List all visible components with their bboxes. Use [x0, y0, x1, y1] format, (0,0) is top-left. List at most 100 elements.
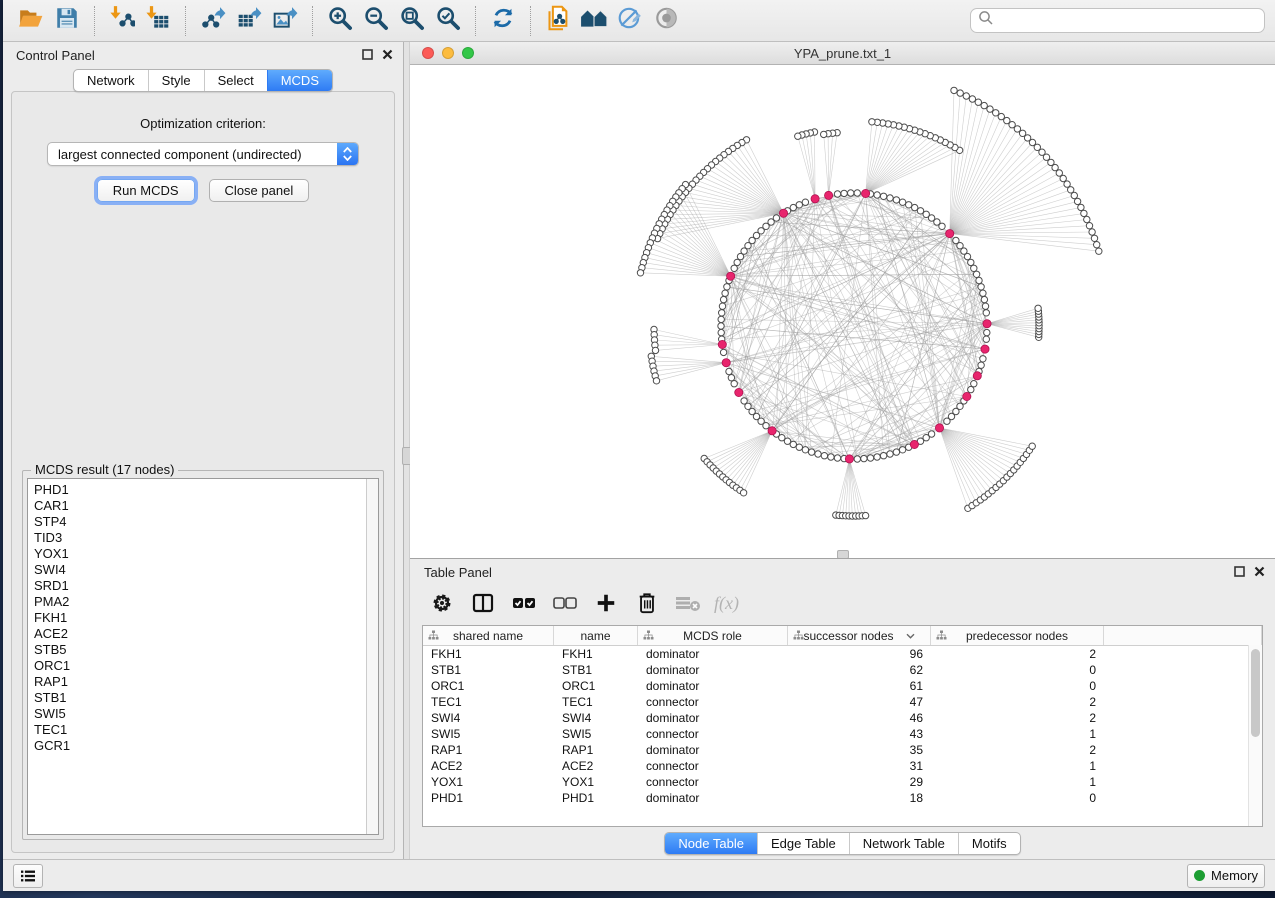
float-panel-icon[interactable]: [362, 48, 373, 63]
tab-mcds[interactable]: MCDS: [267, 70, 332, 91]
delete-rows-button[interactable]: [634, 592, 660, 618]
toggle-columns-icon: [471, 591, 495, 620]
toggle-columns-button[interactable]: [470, 592, 496, 618]
search-box[interactable]: [970, 8, 1265, 33]
table-row[interactable]: STB1STB1dominator620: [423, 662, 1262, 678]
table-scrollbar[interactable]: [1248, 645, 1262, 826]
network-graph[interactable]: [410, 65, 1275, 558]
cell-name: STB1: [554, 662, 638, 678]
cell-shared-name: ORC1: [423, 678, 554, 694]
refresh-view-button[interactable]: [485, 4, 521, 38]
import-network-file-button[interactable]: [104, 4, 140, 38]
column-header-predecessor-nodes[interactable]: predecessor nodes: [931, 626, 1104, 645]
network-overview-button[interactable]: [576, 4, 612, 38]
search-input[interactable]: [994, 12, 1257, 29]
table-row[interactable]: SWI4SWI4dominator462: [423, 710, 1262, 726]
network-view-window: YPA_prune.txt_1: [410, 42, 1275, 559]
export-network-button[interactable]: [195, 4, 231, 38]
table-row[interactable]: ACE2ACE2connector311: [423, 758, 1262, 774]
horizontal-splitter-grip[interactable]: [837, 550, 849, 558]
column-header-shared-name[interactable]: shared name: [423, 626, 554, 645]
open-file-button[interactable]: [13, 4, 49, 38]
window-minimize-button[interactable]: [442, 47, 454, 59]
mcds-result-node[interactable]: SWI5: [28, 706, 378, 722]
mcds-result-node[interactable]: CAR1: [28, 498, 378, 514]
mcds-result-node[interactable]: STB5: [28, 642, 378, 658]
cell-predecessor-nodes: 2: [931, 710, 1104, 726]
mcds-result-node[interactable]: PMA2: [28, 594, 378, 610]
cell-shared-name: TEC1: [423, 694, 554, 710]
window-zoom-button[interactable]: [462, 47, 474, 59]
close-panel-icon[interactable]: [382, 48, 393, 63]
zoom-fit-content-button[interactable]: [394, 4, 430, 38]
optimization-criterion-select[interactable]: largest connected component (undirected): [47, 142, 359, 166]
mcds-result-node[interactable]: GCR1: [28, 738, 378, 754]
zoom-out-button[interactable]: [358, 4, 394, 38]
select-all-icon: [511, 592, 537, 619]
result-list-scrollbar[interactable]: [366, 479, 378, 834]
tab-motifs[interactable]: Motifs: [958, 833, 1020, 854]
mcds-result-node[interactable]: RAP1: [28, 674, 378, 690]
cell-successor-nodes: 46: [788, 710, 931, 726]
float-panel-icon[interactable]: [1234, 565, 1245, 580]
table-row[interactable]: FKH1FKH1dominator962: [423, 646, 1262, 662]
mcds-result-node[interactable]: STP4: [28, 514, 378, 530]
tab-node-table[interactable]: Node Table: [665, 833, 757, 854]
mcds-result-node[interactable]: YOX1: [28, 546, 378, 562]
zoom-selected-button[interactable]: [430, 4, 466, 38]
export-table-button[interactable]: [231, 4, 267, 38]
column-header-name[interactable]: name: [554, 626, 638, 645]
table-scrollbar-thumb[interactable]: [1251, 649, 1260, 737]
mcds-result-node[interactable]: ORC1: [28, 658, 378, 674]
table-row[interactable]: TEC1TEC1connector472: [423, 694, 1262, 710]
table-row[interactable]: ORC1ORC1dominator610: [423, 678, 1262, 694]
toggle-annotations-button[interactable]: [612, 4, 648, 38]
table-panel: Table Panel f(x) shared namenameMCDS rol…: [410, 559, 1275, 859]
memory-button[interactable]: Memory: [1187, 864, 1265, 888]
tab-style[interactable]: Style: [148, 70, 204, 91]
zoom-fit-content-icon: [399, 5, 426, 37]
mcds-result-node[interactable]: PHD1: [28, 482, 378, 498]
mcds-result-node[interactable]: FKH1: [28, 610, 378, 626]
tab-network-table[interactable]: Network Table: [849, 833, 958, 854]
mcds-result-node[interactable]: SRD1: [28, 578, 378, 594]
add-row-button[interactable]: [593, 592, 619, 618]
table-row[interactable]: RAP1RAP1dominator352: [423, 742, 1262, 758]
import-table-file-icon: [145, 5, 171, 36]
mcds-result-node[interactable]: TEC1: [28, 722, 378, 738]
close-panel-icon[interactable]: [1254, 565, 1265, 580]
select-stepper-icon: [337, 143, 358, 165]
column-header-mcds-role[interactable]: MCDS role: [638, 626, 788, 645]
cell-name: TEC1: [554, 694, 638, 710]
vertical-splitter[interactable]: [403, 42, 410, 859]
automation-panel-button[interactable]: [13, 864, 43, 888]
cell-predecessor-nodes: 0: [931, 678, 1104, 694]
network-canvas[interactable]: [410, 65, 1275, 558]
cell-successor-nodes: 18: [788, 790, 931, 806]
tab-edge-table[interactable]: Edge Table: [757, 833, 849, 854]
deselect-all-button[interactable]: [552, 592, 578, 618]
table-row[interactable]: SWI5SWI5connector431: [423, 726, 1262, 742]
mcds-result-list[interactable]: PHD1CAR1STP4TID3YOX1SWI4SRD1PMA2FKH1ACE2…: [27, 478, 379, 835]
mcds-result-node[interactable]: STB1: [28, 690, 378, 706]
zoom-in-button[interactable]: [322, 4, 358, 38]
run-mcds-button[interactable]: Run MCDS: [97, 179, 195, 202]
tab-network[interactable]: Network: [74, 70, 148, 91]
import-table-file-button[interactable]: [140, 4, 176, 38]
clone-network-button[interactable]: [540, 4, 576, 38]
toggle-birds-eye-button[interactable]: [648, 4, 684, 38]
select-all-button[interactable]: [511, 592, 537, 618]
mcds-result-node[interactable]: ACE2: [28, 626, 378, 642]
mcds-result-node[interactable]: TID3: [28, 530, 378, 546]
table-row[interactable]: PHD1PHD1dominator180: [423, 790, 1262, 806]
column-header-successor-nodes[interactable]: successor nodes: [788, 626, 931, 645]
tab-select[interactable]: Select: [204, 70, 267, 91]
table-row[interactable]: YOX1YOX1connector291: [423, 774, 1262, 790]
save-session-button[interactable]: [49, 4, 85, 38]
export-image-button[interactable]: [267, 4, 303, 38]
settings-button[interactable]: [429, 592, 455, 618]
mcds-result-node[interactable]: SWI4: [28, 562, 378, 578]
cell-name: YOX1: [554, 774, 638, 790]
close-panel-button[interactable]: Close panel: [209, 179, 310, 202]
window-close-button[interactable]: [422, 47, 434, 59]
